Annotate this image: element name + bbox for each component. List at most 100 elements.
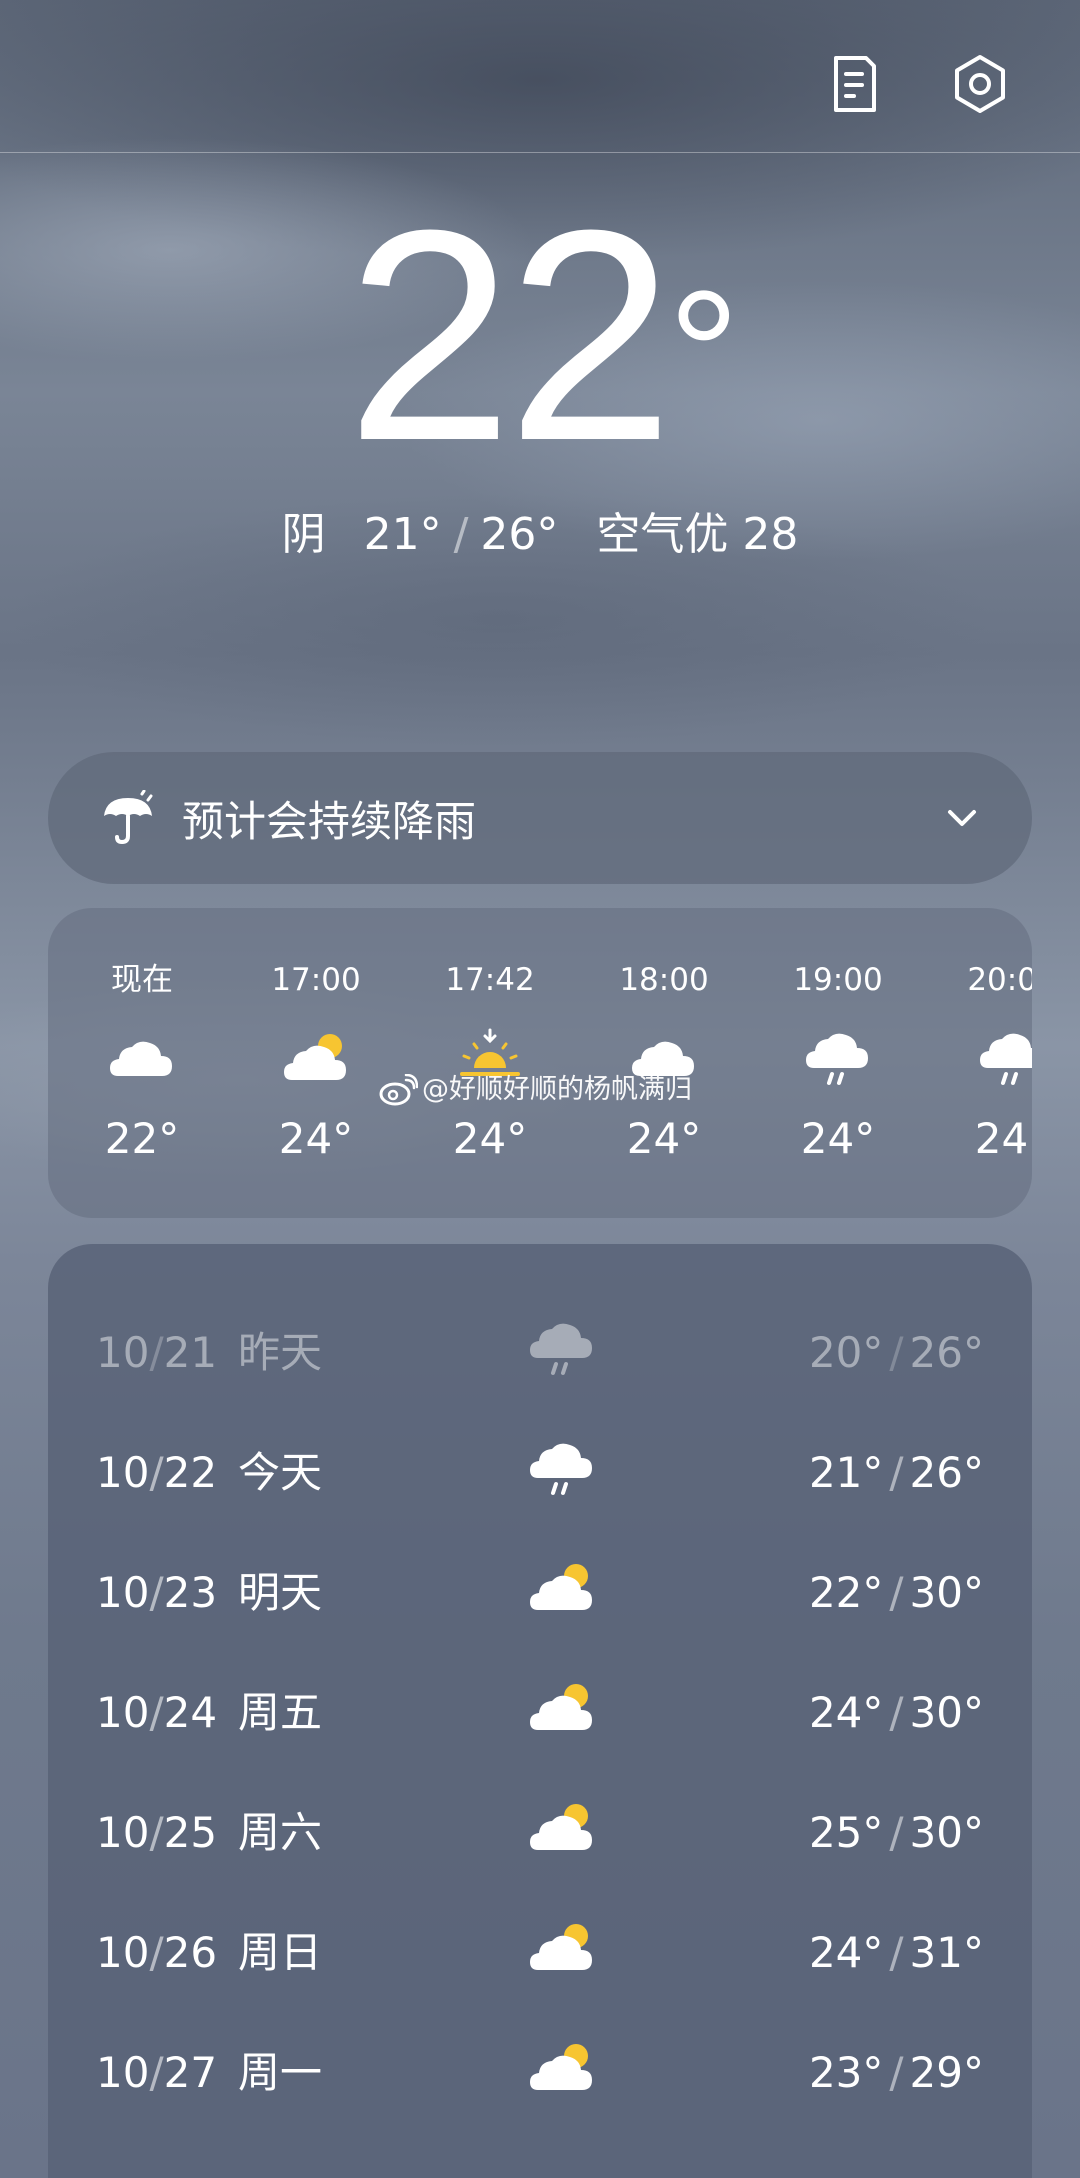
weather-summary: 阴 21°/26° 空气优 28: [0, 505, 1080, 565]
chevron-down-icon[interactable]: [940, 796, 984, 840]
day-month: 10: [96, 1688, 150, 1737]
hour-time: 17:42: [445, 962, 535, 998]
day-low: 22°: [808, 1568, 884, 1617]
hour-temp: 24°: [800, 1114, 876, 1163]
daily-row[interactable]: 10/24 周五 24°/30°: [48, 1650, 1032, 1770]
day-day: 27: [163, 2048, 218, 2097]
day-day: 21: [163, 1328, 218, 1377]
day-range: 25°/30°: [808, 1808, 984, 1857]
hour-time: 现在: [111, 962, 173, 998]
hourly-item[interactable]: 17:42 24°: [420, 908, 560, 1218]
umbrella-icon: [104, 790, 153, 845]
hourly-item[interactable]: 现在 22°: [72, 908, 212, 1218]
rain-icon: [980, 1033, 1032, 1085]
day-date: 10/26: [96, 1928, 218, 1977]
rain-icon: [806, 1033, 868, 1085]
day-range: 21°/26°: [808, 1448, 984, 1497]
day-range: 24°/31°: [808, 1928, 984, 1977]
air-quality[interactable]: 空气优 28: [596, 509, 798, 560]
day-date: 10/22: [96, 1448, 218, 1497]
day-high: 29°: [909, 2048, 984, 2097]
day-date: 10/23: [96, 1568, 218, 1617]
partly-cloudy-icon: [530, 1684, 592, 1730]
temperature-value: 22: [346, 167, 674, 503]
day-name: 周日: [238, 1928, 323, 1977]
hourly-item[interactable]: 19:00 24°: [768, 908, 908, 1218]
day-name: 周六: [238, 1808, 323, 1857]
daily-row[interactable]: 10/26 周日 24°/31°: [48, 1890, 1032, 2010]
hourly-forecast[interactable]: 现在 22° 17:00 24° 17:42 24° 18:00 24° 19:…: [48, 908, 1032, 1218]
partly-cloudy-icon: [530, 2044, 592, 2090]
day-range: 23°/29°: [808, 2048, 984, 2097]
day-date: 10/24: [96, 1688, 218, 1737]
day-range: 20°/26°: [808, 1328, 984, 1377]
hourly-item[interactable]: 18:00 24°: [594, 908, 734, 1218]
partly-cloudy-icon: [530, 1804, 592, 1850]
daily-row[interactable]: 10/25 周六 25°/30°: [48, 1770, 1032, 1890]
hour-temp: 24°: [626, 1114, 702, 1163]
partly-cloudy-icon: [530, 1924, 592, 1970]
daily-row[interactable]: 10/27 周一 23°/29°: [48, 2010, 1032, 2130]
day-day: 23: [163, 1568, 218, 1617]
current-temperature: 22°: [0, 185, 1080, 485]
weibo-icon: [379, 1074, 418, 1106]
partly-cloudy-icon: [530, 1564, 592, 1610]
day-low: 24°: [808, 1688, 884, 1737]
hour-time: 17:00: [271, 962, 361, 998]
rain-icon: [530, 1443, 592, 1495]
day-high: 31°: [909, 1928, 984, 1977]
daily-row[interactable]: 10/23 明天 22°/30°: [48, 1530, 1032, 1650]
day-range: 24°/30°: [808, 1688, 984, 1737]
document-icon[interactable]: [822, 52, 886, 116]
day-day: 24: [163, 1688, 218, 1737]
day-day: 25: [163, 1808, 218, 1857]
alert-text: 预计会持续降雨: [182, 796, 477, 846]
day-month: 10: [96, 1448, 150, 1497]
hour-time: 20:00: [967, 962, 1032, 998]
hour-temp: 24°: [278, 1114, 354, 1163]
watermark-text: @好顺好顺的杨帆满归: [422, 1074, 692, 1105]
partly-cloudy-icon: [284, 1034, 346, 1080]
day-low: 23°: [808, 2048, 884, 2097]
hour-time: 18:00: [619, 962, 709, 998]
day-month: 10: [96, 1808, 150, 1857]
condition-text: 阴: [281, 509, 326, 560]
day-date: 10/27: [96, 2048, 218, 2097]
daily-row[interactable]: 10/22 今天 21°/26°: [48, 1410, 1032, 1530]
day-month: 10: [96, 2048, 150, 2097]
hour-temp: 22°: [104, 1114, 180, 1163]
day-low: 24°: [808, 1928, 884, 1977]
day-date: 10/21: [96, 1328, 218, 1377]
today-low: 21°: [363, 509, 442, 560]
today-high: 26°: [480, 509, 559, 560]
day-month: 10: [96, 1568, 150, 1617]
day-high: 26°: [909, 1448, 984, 1497]
cloud-icon: [110, 1041, 172, 1076]
day-name: 昨天: [238, 1328, 323, 1377]
daily-row[interactable]: 10/21 昨天 20°/26°: [48, 1290, 1032, 1410]
day-low: 25°: [808, 1808, 884, 1857]
day-high: 30°: [909, 1568, 984, 1617]
hourly-item[interactable]: 20:00 24°: [942, 908, 1032, 1218]
hour-temp: 24°: [974, 1114, 1032, 1163]
settings-icon[interactable]: [948, 52, 1012, 116]
day-range: 22°/30°: [808, 1568, 984, 1617]
hour-time: 19:00: [793, 962, 883, 998]
rain-alert-card[interactable]: 预计会持续降雨: [48, 752, 1032, 884]
hour-temp: 24°: [452, 1114, 528, 1163]
day-month: 10: [96, 1328, 150, 1377]
watermark: @好顺好顺的杨帆满归: [378, 1070, 692, 1110]
day-high: 26°: [909, 1328, 984, 1377]
day-month: 10: [96, 1928, 150, 1977]
degree-symbol: °: [667, 254, 740, 455]
separator: /: [453, 509, 469, 560]
day-low: 21°: [808, 1448, 884, 1497]
day-name: 周五: [238, 1688, 323, 1737]
hourly-item[interactable]: 17:00 24°: [246, 908, 386, 1218]
day-day: 22: [163, 1448, 218, 1497]
day-high: 30°: [909, 1688, 984, 1737]
day-date: 10/25: [96, 1808, 218, 1857]
day-name: 周一: [238, 2048, 323, 2097]
daily-forecast[interactable]: 10/21 昨天 20°/26° 10/22 今天 21°/26° 10/23 …: [48, 1244, 1032, 2178]
day-day: 26: [163, 1928, 218, 1977]
